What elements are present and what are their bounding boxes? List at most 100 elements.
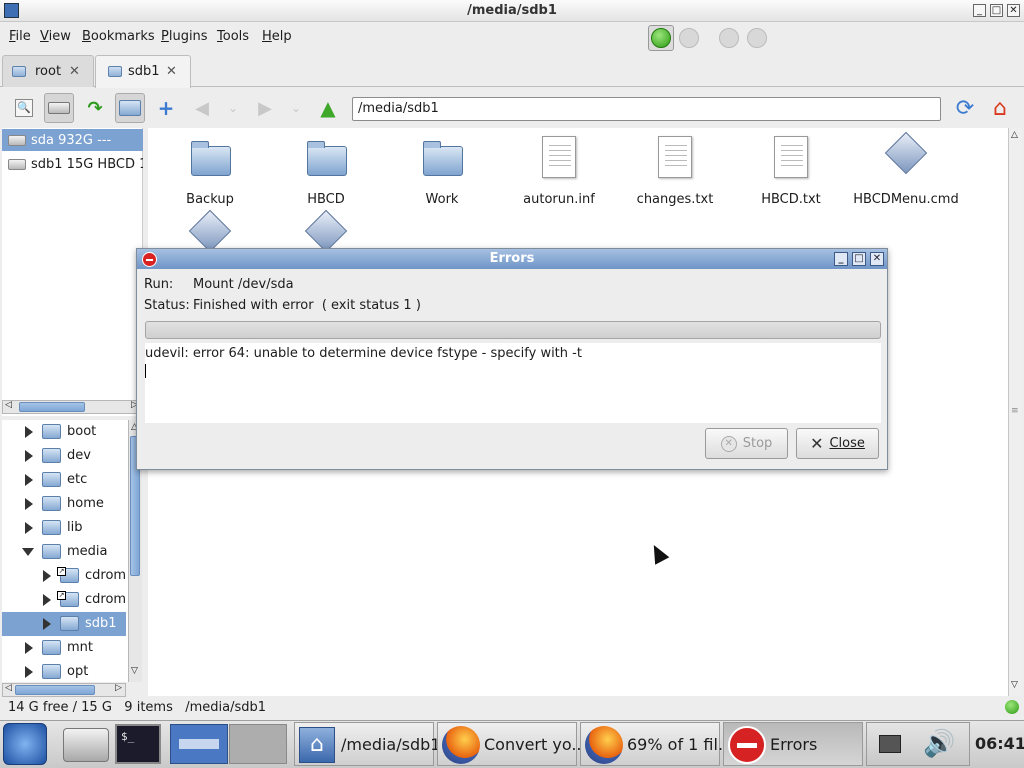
menu-view[interactable]: View	[40, 29, 71, 44]
device-item-sda[interactable]: sda 932G ---	[2, 129, 143, 151]
up-arrow-icon[interactable]: ▲	[313, 93, 343, 123]
network-icon[interactable]	[879, 735, 901, 753]
file-item-backup[interactable]: Backup	[152, 136, 268, 207]
tree-label: sdb1	[85, 616, 117, 631]
file-manager-launcher-icon[interactable]	[63, 728, 109, 762]
expand-icon[interactable]	[25, 666, 33, 678]
expand-icon[interactable]	[25, 642, 33, 654]
tree-item-mnt[interactable]: mnt	[2, 636, 126, 660]
scroll-left-icon[interactable]: ◁	[5, 400, 12, 410]
tree-item-etc[interactable]: etc	[2, 468, 126, 492]
minimize-icon[interactable]: _	[834, 252, 848, 266]
device-item-sdb1[interactable]: sdb1 15G HBCD 15_	[2, 153, 143, 175]
scroll-right-icon[interactable]: ▷	[115, 683, 122, 693]
back-arrow-icon[interactable]: ◀	[187, 93, 217, 123]
file-item-autorun[interactable]: autorun.inf	[501, 136, 617, 207]
tree-panel-button[interactable]	[115, 93, 145, 123]
menu-bar: File View Bookmarks Plugins Tools Help	[0, 23, 1024, 51]
tree-hscrollbar[interactable]: ◁ ▷	[2, 683, 126, 697]
task-firefox-convert[interactable]: Convert yo...	[437, 722, 587, 766]
reload-icon[interactable]: ⟳	[950, 93, 980, 123]
task-file-manager[interactable]: ⌂ /media/sdb1	[294, 722, 440, 766]
back-history-chevron-icon[interactable]: ⌄	[218, 93, 248, 123]
output-textarea[interactable]: udevil: error 64: unable to determine de…	[145, 343, 881, 423]
scroll-up-icon[interactable]: △	[1011, 130, 1018, 140]
collapse-icon[interactable]	[22, 548, 34, 556]
close-icon[interactable]: ✕	[1007, 4, 1020, 17]
menu-file[interactable]: File	[9, 29, 31, 44]
scroll-left-icon[interactable]: ◁	[5, 683, 12, 693]
device-panel-button[interactable]	[44, 93, 74, 123]
expand-icon[interactable]	[25, 498, 33, 510]
expand-icon[interactable]	[43, 618, 51, 630]
forward-history-chevron-icon[interactable]: ⌄	[281, 93, 311, 123]
file-item-changes[interactable]: changes.txt	[617, 136, 733, 207]
task-errors[interactable]: Errors	[723, 722, 863, 766]
workspace-2[interactable]	[229, 724, 287, 764]
expand-icon[interactable]	[25, 426, 33, 438]
firefox-icon	[442, 726, 480, 764]
terminal-launcher-icon[interactable]: $_	[115, 724, 161, 764]
tree-item-dev[interactable]: dev	[2, 444, 126, 468]
tree-item-sdb1[interactable]: sdb1	[2, 612, 126, 636]
device-list-hscrollbar[interactable]: ◁ ▷	[2, 400, 140, 414]
minimize-icon[interactable]: _	[973, 4, 986, 17]
file-item-hbcd[interactable]: HBCD	[268, 136, 384, 207]
scrollbar-grip-icon[interactable]: ≡	[1011, 406, 1019, 416]
close-label: Close	[829, 436, 865, 451]
refresh-arrow-icon[interactable]: ↷	[80, 93, 110, 123]
file-item-hbcd-txt[interactable]: HBCD.txt	[733, 136, 849, 207]
expand-icon[interactable]	[43, 570, 51, 582]
close-icon[interactable]: ✕	[870, 252, 884, 266]
menu-help[interactable]: Help	[262, 29, 292, 44]
tree-item-home[interactable]: home	[2, 492, 126, 516]
scroll-down-icon[interactable]: ▽	[131, 666, 138, 676]
tab-close-icon[interactable]: ✕	[69, 64, 80, 79]
status-label: Status:	[144, 298, 190, 313]
scroll-down-icon[interactable]: ▽	[1011, 680, 1018, 690]
expand-icon[interactable]	[43, 594, 51, 606]
dialog-titlebar: Errors _ □ ✕	[137, 249, 887, 269]
run-label: Run:	[144, 277, 174, 292]
tab-sdb1[interactable]: sdb1 ✕	[95, 55, 191, 88]
new-tab-plus-icon[interactable]: +	[151, 93, 181, 123]
maximize-icon[interactable]: □	[852, 252, 866, 266]
folder-icon	[191, 141, 231, 176]
tree-item-boot[interactable]: boot	[2, 420, 126, 444]
expand-icon[interactable]	[25, 522, 33, 534]
device-label: sdb1 15G HBCD 15_	[31, 157, 143, 172]
forward-arrow-icon[interactable]: ▶	[250, 93, 280, 123]
scrollbar-thumb[interactable]	[15, 685, 95, 695]
folder-link-icon: ↗	[57, 591, 79, 607]
stop-button[interactable]: ✕ Stop	[705, 428, 788, 459]
status-bar: 14 G free / 15 G 9 items /media/sdb1	[0, 698, 1024, 718]
file-item-work[interactable]: Work	[384, 136, 500, 207]
task-firefox-download[interactable]: 69% of 1 fil...	[580, 722, 733, 766]
close-button[interactable]: ✕ Close	[796, 428, 879, 459]
clock[interactable]: 06:41	[975, 734, 1024, 753]
menu-plugins[interactable]: Plugins	[161, 29, 208, 44]
location-input[interactable]: /media/sdb1	[352, 97, 941, 121]
tab-close-icon[interactable]: ✕	[166, 64, 177, 79]
search-icon[interactable]: 🔍	[9, 93, 39, 123]
maximize-icon[interactable]: □	[990, 4, 1003, 17]
file-list-vscrollbar[interactable]: △ ≡ ▽	[1008, 128, 1022, 696]
tree-item-media[interactable]: media	[2, 540, 126, 564]
folder-icon	[423, 141, 463, 176]
expand-icon[interactable]	[25, 450, 33, 462]
scrollbar-thumb[interactable]	[19, 402, 85, 412]
tab-root[interactable]: root ✕	[2, 55, 94, 87]
start-menu-icon[interactable]	[3, 723, 47, 765]
tree-item-lib[interactable]: lib	[2, 516, 126, 540]
tree-item-cdrom[interactable]: ↗ cdrom	[2, 588, 126, 612]
volume-icon[interactable]: 🔊	[923, 729, 955, 759]
home-icon[interactable]: ⌂	[985, 93, 1015, 123]
workspace-1[interactable]	[170, 724, 228, 764]
menu-tools[interactable]: Tools	[217, 29, 249, 44]
menu-bookmarks[interactable]: Bookmarks	[82, 29, 155, 44]
tree-item-opt[interactable]: opt	[2, 660, 126, 682]
expand-icon[interactable]	[25, 474, 33, 486]
tree-item-cdrom[interactable]: ↗ cdrom	[2, 564, 126, 588]
tree-label: cdrom	[85, 568, 127, 583]
file-item-hbcdmenu[interactable]: HBCDMenu.cmd	[848, 131, 964, 207]
